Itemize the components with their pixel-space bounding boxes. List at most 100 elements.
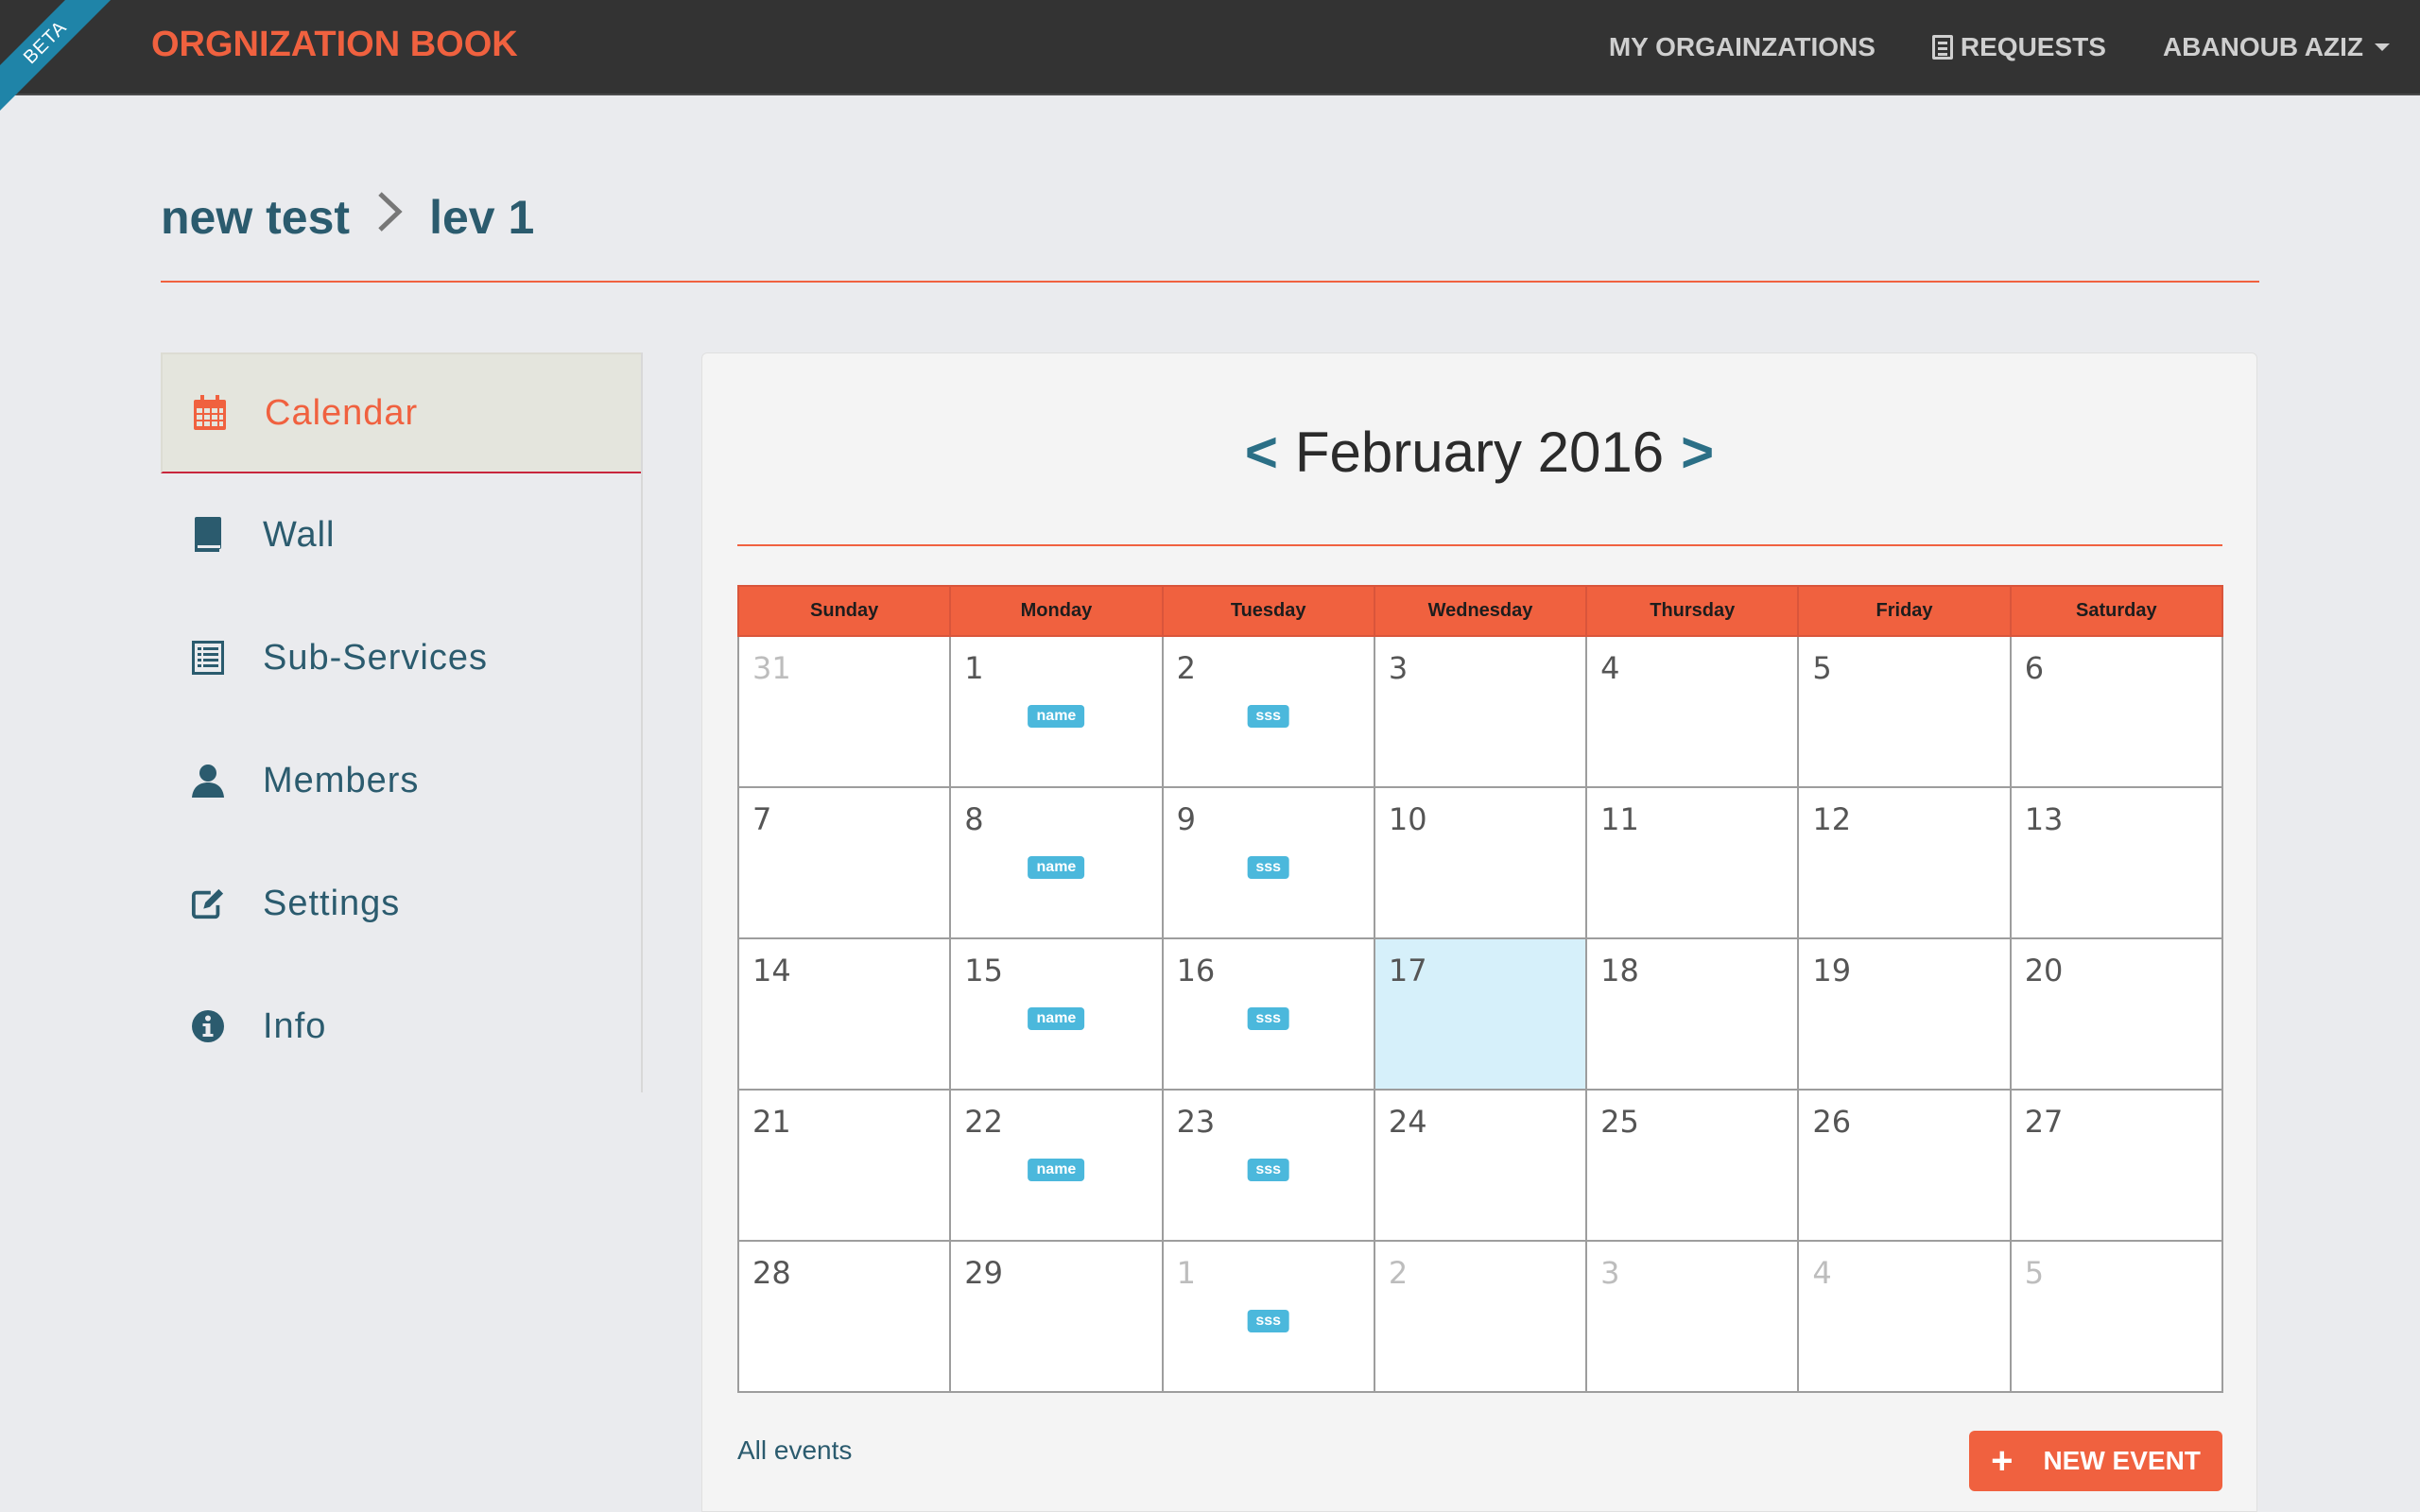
calendar-day-cell[interactable]: 21 bbox=[736, 1089, 952, 1242]
day-number: 19 bbox=[1812, 953, 1852, 988]
calendar-day-cell[interactable]: 25 bbox=[1585, 1089, 1800, 1242]
calendar-day-cell[interactable]: 18 bbox=[1585, 937, 1800, 1091]
calendar-day-cell[interactable]: 12 bbox=[1797, 786, 2012, 939]
event-badge[interactable]: name bbox=[1028, 705, 1085, 728]
day-number: 4 bbox=[1600, 650, 1620, 686]
calendar-day-cell[interactable]: 23 sss bbox=[1161, 1089, 1375, 1242]
calendar-day-cell[interactable]: 17 bbox=[1373, 937, 1588, 1091]
sidebar-item-label: Info bbox=[263, 1005, 327, 1046]
nav-my-organizations-link[interactable]: MY ORGAINZATIONS bbox=[1609, 32, 1876, 62]
event-badge[interactable]: sss bbox=[1247, 1159, 1290, 1181]
calendar-day-cell[interactable]: 4 bbox=[1585, 635, 1800, 788]
calendar-day-cell[interactable]: 6 bbox=[2009, 635, 2224, 788]
calendar-day-cell[interactable]: 14 bbox=[736, 937, 952, 1091]
sidebar: Calendar Wall Sub-Services Members Setti… bbox=[161, 352, 643, 1092]
calendar-day-cell[interactable]: 19 bbox=[1797, 937, 2012, 1091]
event-badge[interactable]: sss bbox=[1247, 705, 1290, 728]
calendar-day-cell[interactable]: 5 bbox=[2009, 1240, 2224, 1393]
sidebar-item-settings[interactable]: Settings bbox=[161, 842, 641, 965]
user-menu-dropdown[interactable]: ABANOUB AZIZ bbox=[2163, 32, 2390, 62]
event-badge[interactable]: sss bbox=[1247, 856, 1290, 879]
day-number: 22 bbox=[964, 1104, 1003, 1140]
all-events-link[interactable]: All events bbox=[737, 1435, 852, 1466]
event-badge[interactable]: sss bbox=[1247, 1310, 1290, 1332]
day-number: 16 bbox=[1176, 953, 1216, 988]
day-number: 31 bbox=[752, 650, 791, 686]
plus-icon: + bbox=[1991, 1440, 2014, 1482]
calendar-day-cell[interactable]: 3 bbox=[1585, 1240, 1800, 1393]
calendar-week-row: 7 8 name 9 sss 10 11 12 13 bbox=[736, 786, 2224, 939]
caret-down-icon bbox=[2375, 43, 2390, 51]
day-number: 25 bbox=[1600, 1104, 1639, 1140]
day-number: 11 bbox=[1600, 801, 1639, 837]
weekday-header-monday: Monday bbox=[949, 585, 1164, 637]
day-number: 28 bbox=[752, 1255, 791, 1291]
event-badge[interactable]: sss bbox=[1247, 1007, 1290, 1030]
calendar-day-cell[interactable]: 29 bbox=[949, 1240, 1164, 1393]
calendar-day-cell[interactable]: 11 bbox=[1585, 786, 1800, 939]
edit-icon bbox=[191, 885, 225, 922]
breadcrumb-parent-link[interactable]: new test bbox=[161, 190, 350, 245]
brand-logo-link[interactable]: ORGNIZATION BOOK bbox=[151, 25, 518, 65]
day-number: 2 bbox=[1176, 650, 1196, 686]
calendar-day-cell[interactable]: 27 bbox=[2009, 1089, 2224, 1242]
day-number: 1 bbox=[1176, 1255, 1196, 1291]
sidebar-item-info[interactable]: Info bbox=[161, 965, 641, 1088]
calendar-day-cell[interactable]: 5 bbox=[1797, 635, 2012, 788]
day-number: 20 bbox=[2024, 953, 2064, 988]
calendar-day-cell[interactable]: 13 bbox=[2009, 786, 2224, 939]
sidebar-item-wall[interactable]: Wall bbox=[161, 473, 641, 596]
day-number: 14 bbox=[752, 953, 791, 988]
day-number: 24 bbox=[1388, 1104, 1427, 1140]
calendar-day-cell[interactable]: 4 bbox=[1797, 1240, 2012, 1393]
calendar-day-cell[interactable]: 2 sss bbox=[1161, 635, 1375, 788]
calendar-divider bbox=[737, 544, 2222, 546]
calendar-day-cell[interactable]: 20 bbox=[2009, 937, 2224, 1091]
day-number: 29 bbox=[964, 1255, 1003, 1291]
day-number: 23 bbox=[1176, 1104, 1216, 1140]
calendar-day-cell[interactable]: 24 bbox=[1373, 1089, 1588, 1242]
event-badge[interactable]: name bbox=[1028, 1159, 1085, 1181]
nav-requests-label: REQUESTS bbox=[1960, 32, 2106, 61]
calendar-day-cell[interactable]: 8 name bbox=[949, 786, 1164, 939]
sidebar-item-members[interactable]: Members bbox=[161, 719, 641, 842]
day-number: 15 bbox=[964, 953, 1003, 988]
day-number: 21 bbox=[752, 1104, 791, 1140]
sidebar-item-calendar[interactable]: Calendar bbox=[161, 352, 641, 473]
nav-requests-link[interactable]: REQUESTS bbox=[1931, 32, 2106, 62]
calendar-day-cell[interactable]: 16 sss bbox=[1161, 937, 1375, 1091]
calendar-day-cell[interactable]: 2 bbox=[1373, 1240, 1588, 1393]
day-number: 4 bbox=[1812, 1255, 1832, 1291]
calendar-panel: < February 2016 > Sunday Monday Tuesday Wedne… bbox=[701, 352, 2257, 1512]
nav-my-organizations-label: MY ORGAINZATIONS bbox=[1608, 32, 1876, 61]
day-number: 2 bbox=[1388, 1255, 1409, 1291]
calendar-day-cell[interactable]: 31 bbox=[736, 635, 952, 788]
sidebar-item-sub-services[interactable]: Sub-Services bbox=[161, 596, 641, 719]
calendar-day-cell[interactable]: 10 bbox=[1373, 786, 1588, 939]
day-number: 7 bbox=[752, 801, 772, 837]
weekday-header-row: Sunday Monday Tuesday Wednesday Thursday Frid… bbox=[736, 585, 2224, 637]
prev-month-button[interactable]: < bbox=[1245, 421, 1278, 484]
day-number: 10 bbox=[1388, 801, 1427, 837]
calendar-day-cell[interactable]: 9 sss bbox=[1161, 786, 1375, 939]
calendar-day-cell[interactable]: 3 bbox=[1373, 635, 1588, 788]
event-badge[interactable]: name bbox=[1028, 1007, 1085, 1030]
calendar-day-cell[interactable]: 7 bbox=[736, 786, 952, 939]
calendar-day-cell[interactable]: 1 sss bbox=[1161, 1240, 1375, 1393]
top-navbar: BETA ORGNIZATION BOOK MY ORGAINZATIONS R… bbox=[0, 0, 2420, 121]
event-badge[interactable]: name bbox=[1028, 856, 1085, 879]
calendar-day-cell[interactable]: 15 name bbox=[949, 937, 1164, 1091]
calendar-day-cell[interactable]: 28 bbox=[736, 1240, 952, 1393]
calendar-icon bbox=[193, 394, 227, 432]
sidebar-item-label: Sub-Services bbox=[263, 637, 488, 678]
weekday-header-wednesday: Wednesday bbox=[1373, 585, 1588, 637]
breadcrumb-current: lev 1 bbox=[429, 191, 535, 244]
calendar-day-cell[interactable]: 26 bbox=[1797, 1089, 2012, 1242]
chevron-right-icon bbox=[374, 189, 403, 246]
next-month-button[interactable]: > bbox=[1681, 421, 1714, 484]
day-number: 26 bbox=[1812, 1104, 1852, 1140]
sidebar-item-label: Wall bbox=[263, 514, 336, 555]
new-event-button[interactable]: + NEW EVENT bbox=[1969, 1431, 2222, 1491]
calendar-day-cell[interactable]: 22 name bbox=[949, 1089, 1164, 1242]
calendar-day-cell[interactable]: 1 name bbox=[949, 635, 1164, 788]
